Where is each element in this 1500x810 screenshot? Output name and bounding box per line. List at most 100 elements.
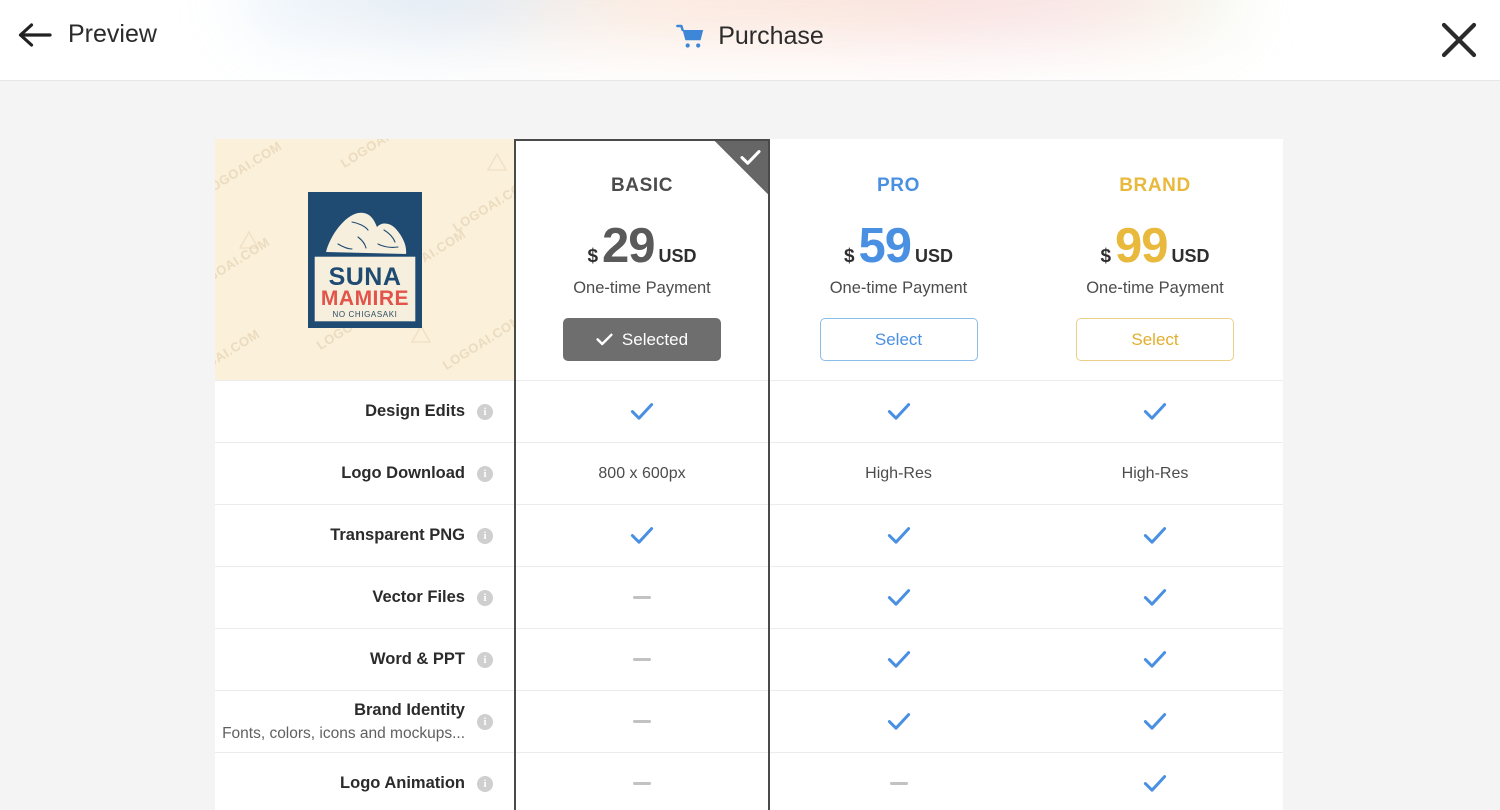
- selected-card-right-border: [768, 139, 770, 810]
- feature-title: Logo Animation: [340, 774, 465, 792]
- feature-value-pro: [770, 381, 1027, 443]
- feature-title: Brand Identity: [354, 700, 465, 719]
- button-label: Select: [1131, 329, 1179, 349]
- logo-preview-panel: LOGOAI.COM LOGOAI.COM LOGOAI.COM LOGOAI.…: [215, 139, 514, 381]
- feature-value-brand: [1027, 691, 1283, 753]
- feature-title: Transparent PNG: [330, 526, 465, 544]
- feature-value-brand: [1027, 753, 1283, 810]
- selected-corner-flag: [713, 139, 770, 196]
- feature-description: Fonts, colors, icons and mockups...: [222, 724, 465, 742]
- feature-value-basic: [514, 567, 770, 629]
- info-icon[interactable]: i: [477, 465, 493, 482]
- feature-value-basic: [514, 505, 770, 567]
- check-icon: [596, 333, 613, 346]
- currency-symbol: $: [587, 246, 599, 267]
- watermark-text: LOGOAI.COM: [439, 312, 514, 373]
- feature-value-pro: [770, 629, 1027, 691]
- plan-name-brand: BRAND: [1119, 175, 1191, 196]
- info-icon[interactable]: i: [477, 403, 493, 420]
- watermark-text: LOGOAI.COM: [215, 139, 285, 199]
- arrow-left-icon: [18, 22, 52, 47]
- plan-header-pro: PRO $ 59 USD One-time Payment Select: [770, 139, 1027, 381]
- select-plan-button-pro[interactable]: Select: [819, 318, 978, 361]
- check-icon: [887, 403, 910, 420]
- close-button[interactable]: [1435, 16, 1483, 64]
- check-icon: [1143, 589, 1167, 606]
- feature-title: Vector Files: [372, 588, 465, 606]
- price-amount: 29: [602, 219, 656, 273]
- logoai-triangle-watermark-icon: [411, 325, 431, 343]
- check-icon: [887, 713, 910, 730]
- plan-name-pro: PRO: [877, 175, 920, 196]
- back-to-preview-button[interactable]: Preview: [16, 20, 157, 49]
- dash-icon: [633, 596, 651, 599]
- feature-row-label: Vector Files i: [215, 567, 514, 629]
- price-amount: 59: [858, 219, 913, 273]
- feature-row-label: Transparent PNG i: [215, 505, 514, 567]
- price-amount: 99: [1115, 219, 1169, 273]
- plan-price-brand: $ 99 USD: [1100, 219, 1210, 273]
- purchase-title[interactable]: Purchase: [676, 22, 824, 51]
- selected-card-top-border: [514, 139, 770, 141]
- feature-value-brand: High-Res: [1027, 443, 1283, 505]
- feature-value-brand: [1027, 567, 1283, 629]
- info-icon[interactable]: i: [477, 651, 493, 668]
- logoai-triangle-watermark-icon: [239, 231, 259, 249]
- feature-value-brand: [1027, 381, 1283, 443]
- close-icon: [1441, 22, 1477, 58]
- watermark-text: LOGOAI.COM: [215, 234, 273, 295]
- price-unit: USD: [658, 246, 697, 266]
- button-label: Selected: [621, 329, 689, 349]
- info-icon[interactable]: i: [477, 775, 493, 792]
- feature-title: Logo Download: [341, 464, 465, 482]
- suna-mamire-logo-icon: SUNA MAMIRE NO CHIGASAKI: [307, 191, 422, 328]
- select-plan-button-brand[interactable]: Select: [1076, 318, 1234, 361]
- price-unit: USD: [1171, 246, 1210, 266]
- feature-row-label: Word & PPT i: [215, 629, 514, 691]
- feature-row-label: Logo Animation i: [215, 753, 514, 810]
- svg-text:MAMIRE: MAMIRE: [320, 287, 408, 310]
- check-icon: [887, 527, 910, 544]
- check-icon: [1143, 403, 1167, 420]
- plan-price-pro: $ 59 USD: [844, 219, 953, 273]
- check-icon: [887, 589, 910, 606]
- feature-value-basic: 800 x 600px: [514, 443, 770, 505]
- check-icon: [740, 150, 761, 165]
- info-icon[interactable]: i: [477, 713, 493, 730]
- select-plan-button-basic[interactable]: Selected: [563, 318, 721, 361]
- info-icon[interactable]: i: [477, 589, 493, 606]
- check-icon: [887, 651, 910, 668]
- billing-note: One-time Payment: [1086, 279, 1224, 297]
- feature-row-label: Brand Identity Fonts, colors, icons and m…: [215, 691, 514, 753]
- feature-value-basic: [514, 753, 770, 810]
- feature-value-text: High-Res: [865, 464, 932, 482]
- dash-icon: [889, 782, 908, 785]
- shopping-cart-icon: [676, 24, 704, 48]
- feature-row-label: Logo Download i: [215, 443, 514, 505]
- check-icon: [630, 527, 654, 544]
- check-icon: [1143, 713, 1167, 730]
- feature-value-pro: [770, 505, 1027, 567]
- feature-value-brand: [1027, 629, 1283, 691]
- dash-icon: [633, 658, 651, 661]
- feature-value-pro: [770, 753, 1027, 810]
- svg-text:NO CHIGASAKI: NO CHIGASAKI: [332, 310, 397, 319]
- watermark-text: LOGOAI.COM: [337, 139, 423, 171]
- info-icon[interactable]: i: [477, 527, 493, 544]
- billing-note: One-time Payment: [573, 279, 711, 297]
- check-icon: [1143, 651, 1167, 668]
- feature-value-basic: [514, 629, 770, 691]
- feature-title: Word & PPT: [369, 650, 465, 668]
- purchase-label: Purchase: [718, 22, 824, 50]
- watermark-text: LOGOAI.COM: [215, 326, 263, 381]
- feature-value-pro: [770, 691, 1027, 753]
- plan-name-basic: BASIC: [610, 175, 674, 196]
- check-icon: [1143, 775, 1167, 792]
- feature-value-basic: [514, 691, 770, 753]
- top-header: Preview Purchase: [0, 0, 1500, 81]
- feature-value-pro: [770, 567, 1027, 629]
- back-label: Preview: [68, 20, 157, 48]
- check-icon: [630, 403, 654, 420]
- feature-value-pro: High-Res: [770, 443, 1027, 505]
- plan-price-basic: $ 29 USD: [587, 219, 697, 273]
